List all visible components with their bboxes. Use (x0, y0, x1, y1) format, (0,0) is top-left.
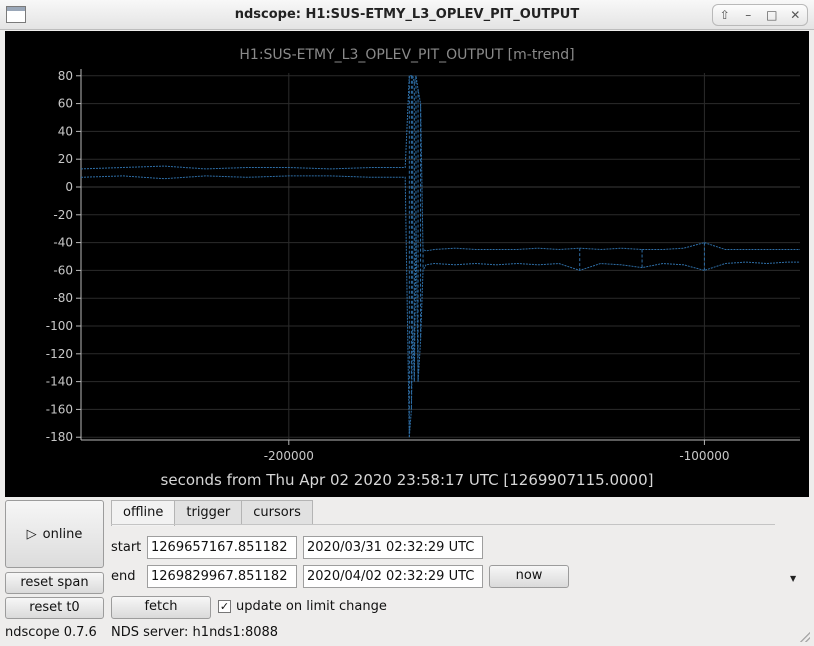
y-tick-label: 0 (65, 180, 73, 194)
y-tick-label: -180 (46, 430, 73, 444)
end-gps-input[interactable]: 1269829967.851182 (147, 565, 297, 588)
play-icon: ▷ (26, 526, 37, 542)
y-tick-label: -100 (46, 319, 73, 333)
mode-tabs: offline trigger cursors (111, 500, 313, 526)
chart-svg[interactable]: 80 60 40 20 0 -20 -40 -60 -80 -100 -120 -140 -160 -18… (5, 31, 809, 497)
shade-window-icon[interactable]: ⇧ (716, 6, 734, 24)
version-status: ndscope 0.7.6 (5, 625, 97, 640)
minimize-icon[interactable]: – (739, 6, 757, 24)
tab-divider (111, 524, 775, 525)
update-on-limit-checkbox[interactable]: ✓ (218, 600, 231, 613)
window-title: ndscope: H1:SUS-ETMY_L3_OPLEV_PIT_OUTPUT (234, 7, 580, 22)
update-on-limit-label: update on limit change (236, 599, 387, 614)
fetch-button[interactable]: fetch (111, 596, 211, 619)
plot-area[interactable]: H1:SUS-ETMY_L3_OPLEV_PIT_OUTPUT [m-trend… (5, 31, 809, 497)
y-tick-label: -60 (53, 263, 73, 277)
y-tick-label: -120 (46, 347, 73, 361)
tab-trigger[interactable]: trigger (174, 500, 243, 525)
start-label: start (111, 540, 142, 555)
y-tick-label: 20 (58, 152, 73, 166)
end-label: end (111, 569, 136, 584)
x-tick-label: -200000 (264, 449, 314, 463)
y-tick-label: -160 (46, 402, 73, 416)
y-tick-label: -80 (53, 291, 73, 305)
online-label: online (42, 526, 83, 542)
resize-grip-icon[interactable] (800, 632, 810, 642)
tab-cursors[interactable]: cursors (241, 500, 313, 525)
y-tick-label: -140 (46, 375, 73, 389)
start-gps-input[interactable]: 1269657167.851182 (147, 536, 297, 559)
end-utc-input[interactable]: 2020/04/02 02:32:29 UTC (303, 565, 483, 588)
start-utc-input[interactable]: 2020/03/31 02:32:29 UTC (303, 536, 483, 559)
y-tick-label: -20 (53, 208, 73, 222)
x-tick-label: -100000 (679, 449, 729, 463)
reset-t0-button[interactable]: reset t0 (5, 597, 104, 619)
series-max-trace (80, 75, 800, 252)
maximize-icon[interactable]: □ (763, 6, 781, 24)
window-controls: ⇧ – □ ✕ (712, 4, 808, 26)
nds-server-status: NDS server: h1nds1:8088 (111, 625, 279, 640)
collapse-arrow-icon[interactable]: ▼ (790, 574, 796, 583)
y-tick-label: -40 (53, 236, 73, 250)
title-bar: ndscope: H1:SUS-ETMY_L3_OPLEV_PIT_OUTPUT… (0, 0, 814, 30)
x-axis-label: seconds from Thu Apr 02 2020 23:58:17 UT… (160, 471, 654, 489)
y-tick-label: 40 (58, 124, 73, 138)
y-tick-label: 60 (58, 97, 73, 111)
now-button[interactable]: now (489, 565, 569, 588)
y-tick-label: 80 (58, 69, 73, 83)
tab-offline[interactable]: offline (111, 500, 176, 526)
close-icon[interactable]: ✕ (786, 6, 804, 24)
reset-span-button[interactable]: reset span (5, 572, 104, 594)
online-button[interactable]: ▷ online (5, 500, 104, 568)
